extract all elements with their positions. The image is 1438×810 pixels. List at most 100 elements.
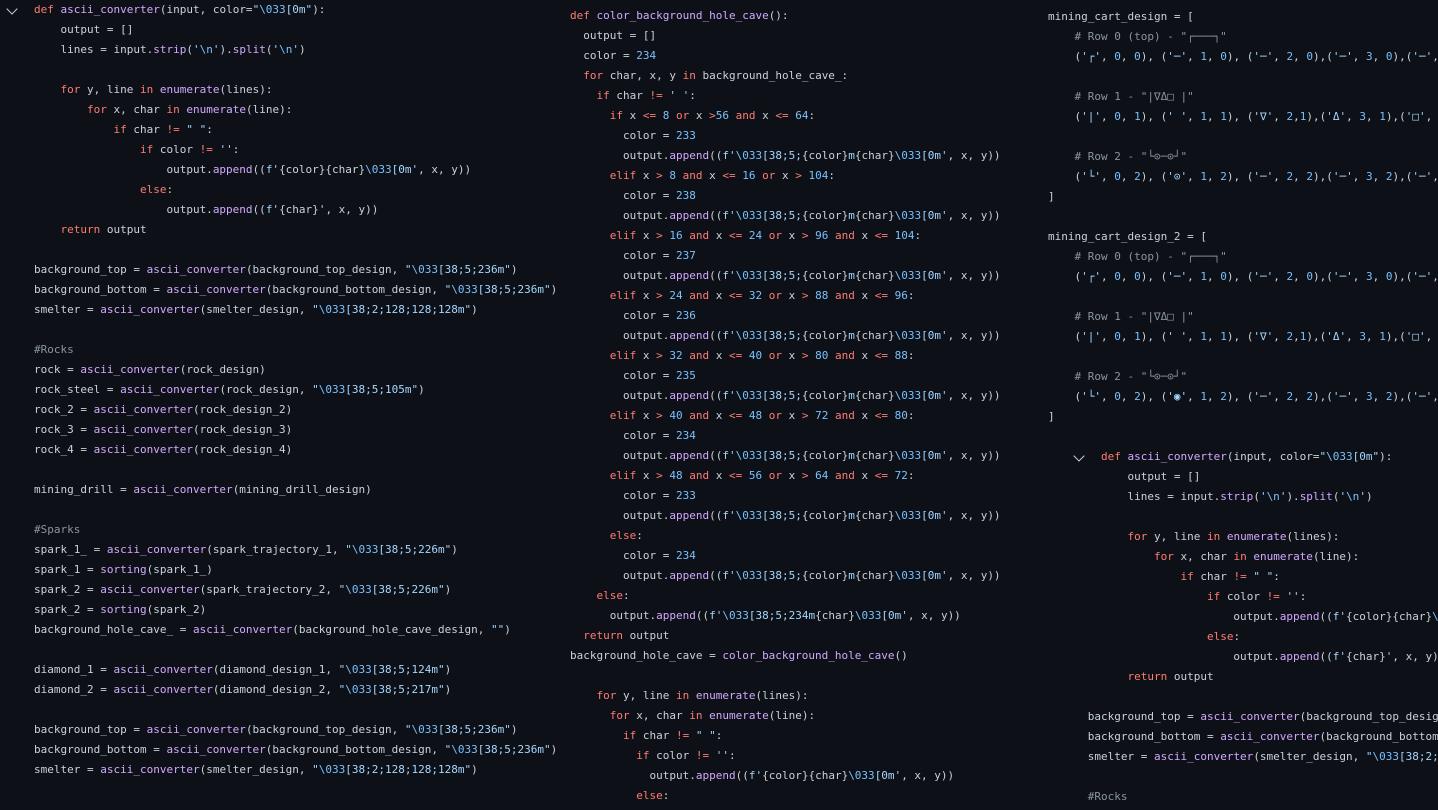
code-line: for y, line in enumerate(lines): [34, 80, 557, 100]
code-line: for y, line in enumerate(lines): [570, 686, 1001, 706]
code-line: spark_2 = ascii_converter(spark_trajecto… [34, 580, 557, 600]
code-line: color = 235 [570, 366, 1001, 386]
fold-chevron-icon[interactable] [6, 3, 17, 14]
code-line: background_bottom = ascii_converter(back… [34, 280, 557, 300]
code-line: background_top = ascii_converter(backgro… [34, 720, 557, 740]
code-line: smelter = ascii_converter(smelter_design… [34, 760, 557, 780]
code-line: spark_1 = sorting(spark_1_) [34, 560, 557, 580]
code-line: ('┌', 0, 0), ('─', 1, 0), ('─', 2, 0),('… [1048, 47, 1438, 67]
code-line: output.append((f'{color}{char}\033[0m', … [1048, 607, 1438, 627]
code-line: #Rocks [34, 340, 557, 360]
code-line: color = 233 [570, 486, 1001, 506]
code-line: output.append((f'\033[38;5;{color}m{char… [570, 146, 1001, 166]
code-line: lines = input.strip('\n').split('\n') [34, 40, 557, 60]
code-line: for x, char in enumerate(line): [570, 706, 1001, 726]
code-line: # Row 0 (top) - "┌───┐" [1048, 247, 1438, 267]
code-line: background_bottom = ascii_converter(back… [34, 740, 557, 760]
code-line: smelter = ascii_converter(smelter_design… [1048, 747, 1438, 767]
code-line: background_bottom = ascii_converter(back… [1048, 727, 1438, 747]
code-line: rock_2 = ascii_converter(rock_design_2) [34, 400, 557, 420]
code-line: if char != ' ': [570, 86, 1001, 106]
code-line: elif x > 8 and x <= 16 or x > 104: [570, 166, 1001, 186]
code-line: if color != '': [1048, 587, 1438, 607]
code-line: output.append((f'{char}', x, y)) [34, 200, 557, 220]
code-line: else: [34, 180, 557, 200]
code-line: elif x > 48 and x <= 56 or x > 64 and x … [570, 466, 1001, 486]
code-line: if x <= 8 or x >56 and x <= 64: [570, 106, 1001, 126]
code-line: output = [] [570, 26, 1001, 46]
code-line: ('|', 0, 1), (' ', 1, 1), ('∇', 2,1),('Δ… [1048, 107, 1438, 127]
code-line [1048, 767, 1438, 787]
code-line: ('|', 0, 1), (' ', 1, 1), ('∇', 2,1),('Δ… [1048, 327, 1438, 347]
code-line: def ascii_converter(input, color="\033[0… [34, 0, 557, 20]
code-line: output.append((f'{color}{char}\033[0m', … [34, 160, 557, 180]
code-line: return output [1048, 667, 1438, 687]
code-line: spark_1_ = ascii_converter(spark_traject… [34, 540, 557, 560]
code-line: for y, line in enumerate(lines): [1048, 527, 1438, 547]
code-line: output.append((f'\033[38;5;{color}m{char… [570, 386, 1001, 406]
code-line: color = 236 [570, 306, 1001, 326]
code-line: #Rocks [1048, 787, 1438, 807]
code-line: # Row 1 - "|∇Δ□ |" [1048, 307, 1438, 327]
code-line [34, 640, 557, 660]
code-line: else: [570, 586, 1001, 606]
code-line: background_hole_cave_ = ascii_converter(… [34, 620, 557, 640]
code-line: ('┌', 0, 0), ('─', 1, 0), ('─', 2, 0),('… [1048, 267, 1438, 287]
code-line: elif x > 40 and x <= 48 or x > 72 and x … [570, 406, 1001, 426]
code-line: output = [] [1048, 467, 1438, 487]
code-line: mining_cart_design = [ [1048, 7, 1438, 27]
code-line: def color_background_hole_cave(): [570, 6, 1001, 26]
code-line [34, 500, 557, 520]
code-line [34, 700, 557, 720]
code-line [1048, 127, 1438, 147]
code-line: ] [1048, 407, 1438, 427]
code-line: color = 233 [570, 126, 1001, 146]
code-line: for x, char in enumerate(line): [1048, 547, 1438, 567]
code-column-middle: def color_background_hole_cave(): output… [570, 6, 1001, 806]
code-line: else: [570, 786, 1001, 806]
code-line: color = 237 [570, 246, 1001, 266]
code-line [1048, 507, 1438, 527]
code-line [1048, 347, 1438, 367]
code-line: color = 234 [570, 426, 1001, 446]
code-line [34, 60, 557, 80]
code-line: output.append((f'\033[38;5;{color}m{char… [570, 566, 1001, 586]
code-line [1048, 427, 1438, 447]
code-line: if char != " ": [570, 726, 1001, 746]
code-line: color = 234 [570, 546, 1001, 566]
code-line: if color != '': [570, 746, 1001, 766]
code-line: if char != " ": [34, 120, 557, 140]
code-column-right: mining_cart_design = [ # Row 0 (top) - "… [1048, 7, 1438, 807]
code-line: background_top = ascii_converter(backgro… [34, 260, 557, 280]
code-line: rock_steel = ascii_converter(rock_design… [34, 380, 557, 400]
code-line: elif x > 16 and x <= 24 or x > 96 and x … [570, 226, 1001, 246]
code-editor: def ascii_converter(input, color="\033[0… [0, 0, 1438, 810]
code-line: if color != '': [34, 140, 557, 160]
code-line [34, 460, 557, 480]
code-line [570, 666, 1001, 686]
code-line: return output [570, 626, 1001, 646]
code-line: rock_4 = ascii_converter(rock_design_4) [34, 440, 557, 460]
code-line: ('└', 0, 2), ('◉', 1, 2), ('─', 2, 2),('… [1048, 387, 1438, 407]
code-line: output.append((f'\033[38;5;{color}m{char… [570, 446, 1001, 466]
code-line [1048, 207, 1438, 227]
code-line: output = [] [34, 20, 557, 40]
code-line: output.append((f'{char}', x, y)) [1048, 647, 1438, 667]
code-line: output.append((f'{color}{char}\033[0m', … [570, 766, 1001, 786]
code-line: color = 238 [570, 186, 1001, 206]
code-line [1048, 67, 1438, 87]
code-line: for char, x, y in background_hole_cave_: [570, 66, 1001, 86]
code-line: smelter = ascii_converter(smelter_design… [34, 300, 557, 320]
code-line: # Row 2 - "└⊙─⊙┘" [1048, 147, 1438, 167]
code-line: elif x > 32 and x <= 40 or x > 80 and x … [570, 346, 1001, 366]
code-line: for x, char in enumerate(line): [34, 100, 557, 120]
code-line: ('└', 0, 2), ('⊙', 1, 2), ('─', 2, 2),('… [1048, 167, 1438, 187]
code-line: else: [1048, 627, 1438, 647]
code-line: output.append((f'\033[38;5;{color}m{char… [570, 206, 1001, 226]
code-line [34, 240, 557, 260]
code-line: else: [570, 526, 1001, 546]
code-line [1048, 287, 1438, 307]
code-line [34, 320, 557, 340]
code-line: output.append((f'\033[38;5;{color}m{char… [570, 266, 1001, 286]
code-line: spark_2 = sorting(spark_2) [34, 600, 557, 620]
